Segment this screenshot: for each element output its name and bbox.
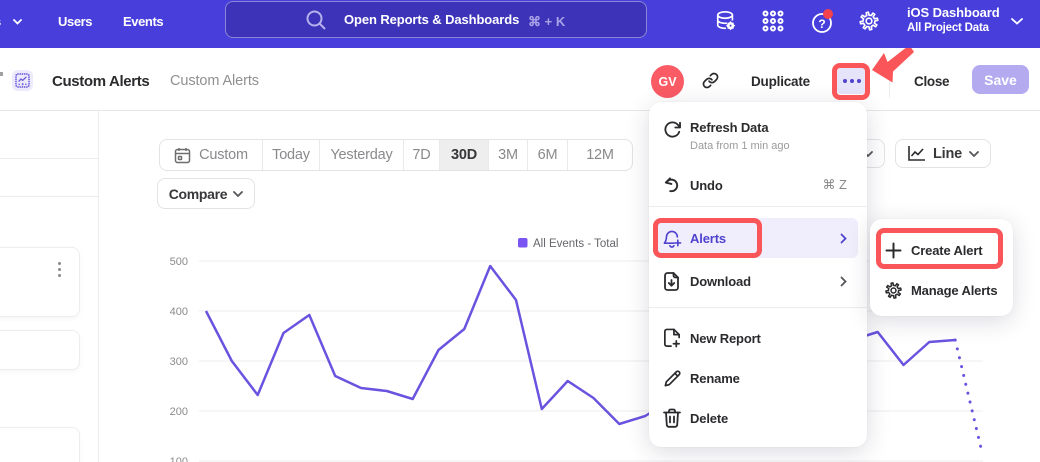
svg-text:100: 100 — [170, 456, 188, 462]
svg-text:All Events - Total: All Events - Total — [533, 238, 618, 250]
svg-text:500: 500 — [170, 256, 188, 268]
svg-text:300: 300 — [170, 356, 188, 368]
svg-text:400: 400 — [170, 306, 188, 318]
svg-text:200: 200 — [170, 406, 188, 418]
svg-text:?: ? — [818, 17, 825, 31]
